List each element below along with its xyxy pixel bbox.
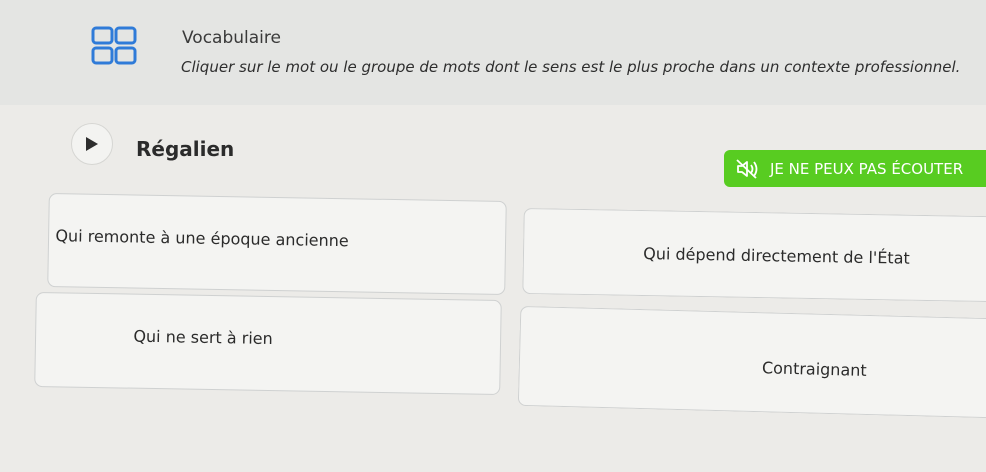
exercise-header: Vocabulaire Cliquer sur le mot ou le gro… xyxy=(0,0,986,105)
vocabulary-grid-icon xyxy=(91,26,137,65)
target-word: Régalien xyxy=(136,137,235,161)
answer-choice-label: Qui ne sert à rien xyxy=(133,326,273,349)
play-icon xyxy=(86,137,98,151)
answer-choice-3[interactable]: Qui ne sert à rien xyxy=(34,291,502,396)
play-audio-button[interactable] xyxy=(71,123,113,165)
answer-choice-4[interactable]: Contraignant xyxy=(517,305,986,419)
exercise-title: Vocabulaire xyxy=(182,28,281,48)
muted-speaker-icon xyxy=(736,158,758,179)
cannot-listen-label: JE NE PEUX PAS ÉCOUTER xyxy=(770,159,964,178)
answer-choice-2[interactable]: Qui dépend directement de l'État xyxy=(522,207,986,303)
answer-choice-label: Contraignant xyxy=(761,357,867,380)
answer-choice-label: Qui remonte à une époque ancienne xyxy=(55,225,349,250)
answer-choice-1[interactable]: Qui remonte à une époque ancienne xyxy=(47,193,507,295)
exercise-instruction: Cliquer sur le mot ou le groupe de mots … xyxy=(181,58,961,76)
cannot-listen-button[interactable]: JE NE PEUX PAS ÉCOUTER xyxy=(724,150,986,187)
answer-choice-label: Qui dépend directement de l'État xyxy=(643,243,910,268)
